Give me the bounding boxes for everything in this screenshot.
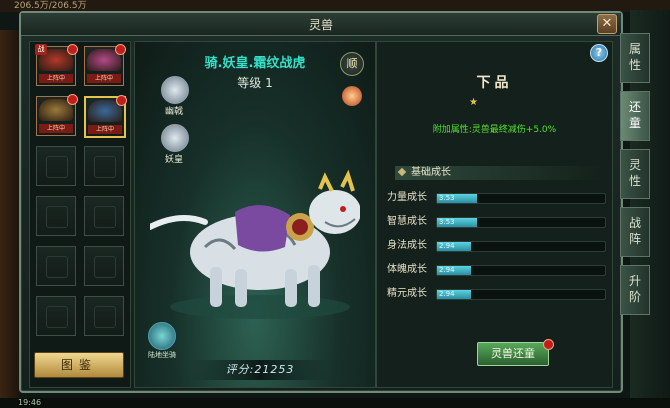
land-mount-icon <box>148 322 176 350</box>
pet-list-panel: 上阵中战上阵中 上阵中 上阵中 图鉴 <box>29 41 131 388</box>
pet-grade: 下品 <box>476 75 513 91</box>
help-icon[interactable]: ? <box>590 44 608 62</box>
stat-row: 体魄成长 2.94 <box>387 264 609 276</box>
pet-slot[interactable]: 上阵中 <box>84 95 127 138</box>
star-icon: ★ <box>469 97 478 108</box>
tiger-pet-image <box>150 169 360 319</box>
side-tab[interactable]: 战阵 <box>620 207 650 257</box>
pet-slot[interactable] <box>84 296 124 336</box>
close-button[interactable]: ✕ <box>597 14 617 34</box>
notification-dot <box>116 95 127 106</box>
bottom-status-bar: 19:46 <box>0 398 670 408</box>
clock-text: 19:46 <box>18 398 42 407</box>
pet-slot[interactable]: 上阵中 战 <box>35 44 78 86</box>
land-mount-label: 陆地坐骑 <box>148 351 176 359</box>
pet-display-panel: 骑.妖皇.霜纹战虎 等级 1 幽戟 妖皇 顺 陆地坐骑 评分:21253 <box>134 41 376 388</box>
stat-label: 体魄成长 <box>387 264 427 275</box>
pet-slot[interactable] <box>84 246 124 286</box>
stat-row: 力量成长 3.53 <box>387 192 609 204</box>
side-tab[interactable]: 属性 <box>620 33 650 83</box>
pet-slot[interactable] <box>36 246 76 286</box>
pet-slot[interactable]: 上阵中 <box>36 94 78 136</box>
stat-bar: 3.53 <box>436 217 606 228</box>
pet-slot[interactable] <box>84 196 124 236</box>
notification-dot <box>115 44 126 55</box>
stat-bar: 3.53 <box>436 193 606 204</box>
stat-row: 身法成长 2.94 <box>387 240 609 252</box>
skill-icon-2[interactable] <box>161 124 189 152</box>
notification-dot <box>67 94 78 105</box>
side-tab[interactable]: 还童 <box>620 91 650 141</box>
pet-slot[interactable] <box>36 146 76 186</box>
pet-slot[interactable]: 上阵中 <box>84 44 126 86</box>
side-tab[interactable]: 灵性 <box>620 149 650 199</box>
deployed-tag: 上阵中 <box>39 124 73 133</box>
pet-window: 灵兽 ✕ 上阵中战上阵中 上阵中 上阵中 图鉴 骑.妖皇.霜纹战虎 等级 1 幽戟 … <box>19 11 623 393</box>
side-tabs: 属性还童灵性战阵升阶 <box>620 33 652 333</box>
pet-slot[interactable] <box>84 146 124 186</box>
pet-slot[interactable] <box>36 296 76 336</box>
pet-info-panel: ? 下品 ★ 附加属性:灵兽最终减伤+5.0% 基础成长 力量成长 3.53 智慧成… <box>376 41 613 388</box>
stat-value: 2.94 <box>439 242 455 250</box>
pet-catalog-button[interactable]: 图鉴 <box>34 352 124 378</box>
window-title: 灵兽 <box>308 18 333 32</box>
shun-badge[interactable]: 顺 <box>340 52 364 76</box>
stat-label: 身法成长 <box>387 240 427 251</box>
stat-value: 3.53 <box>439 218 455 226</box>
stat-row: 智慧成长 3.53 <box>387 216 609 228</box>
stat-value: 2.94 <box>439 266 455 274</box>
fire-element-icon[interactable] <box>342 86 362 106</box>
growth-section-title: 基础成长 <box>395 166 605 180</box>
pet-slot[interactable] <box>36 196 76 236</box>
stat-bar: 2.94 <box>436 289 606 300</box>
bonus-attribute: 附加属性:灵兽最终减伤+5.0% <box>432 125 557 135</box>
window-titlebar: 灵兽 ✕ <box>21 13 621 36</box>
stat-label: 精元成长 <box>387 288 427 299</box>
stat-label: 力量成长 <box>387 192 427 203</box>
skill-label-1: 幽戟 <box>164 107 183 117</box>
deployed-tag: 上阵中 <box>88 125 122 134</box>
stat-value: 2.94 <box>439 290 455 298</box>
pet-level: 等级 1 <box>237 76 273 90</box>
deployed-tag: 上阵中 <box>87 74 121 83</box>
stat-value: 3.53 <box>439 194 455 202</box>
pet-score: 评分:21253 <box>190 360 330 380</box>
stat-row: 精元成长 2.94 <box>387 288 609 300</box>
stat-bar: 2.94 <box>436 241 606 252</box>
notification-dot <box>67 44 78 55</box>
deployed-tag: 上阵中 <box>39 74 73 83</box>
pet-restore-button[interactable]: 灵兽还童 <box>477 342 549 366</box>
stat-label: 智慧成长 <box>387 216 427 227</box>
left-game-strip <box>0 30 20 408</box>
side-tab[interactable]: 升阶 <box>620 265 650 315</box>
battle-badge: 战 <box>35 44 47 55</box>
skill-icon-1[interactable] <box>161 76 189 104</box>
stat-bar: 2.94 <box>436 265 606 276</box>
pet-name: 骑.妖皇.霜纹战虎 <box>204 56 306 71</box>
notification-dot <box>543 339 554 350</box>
